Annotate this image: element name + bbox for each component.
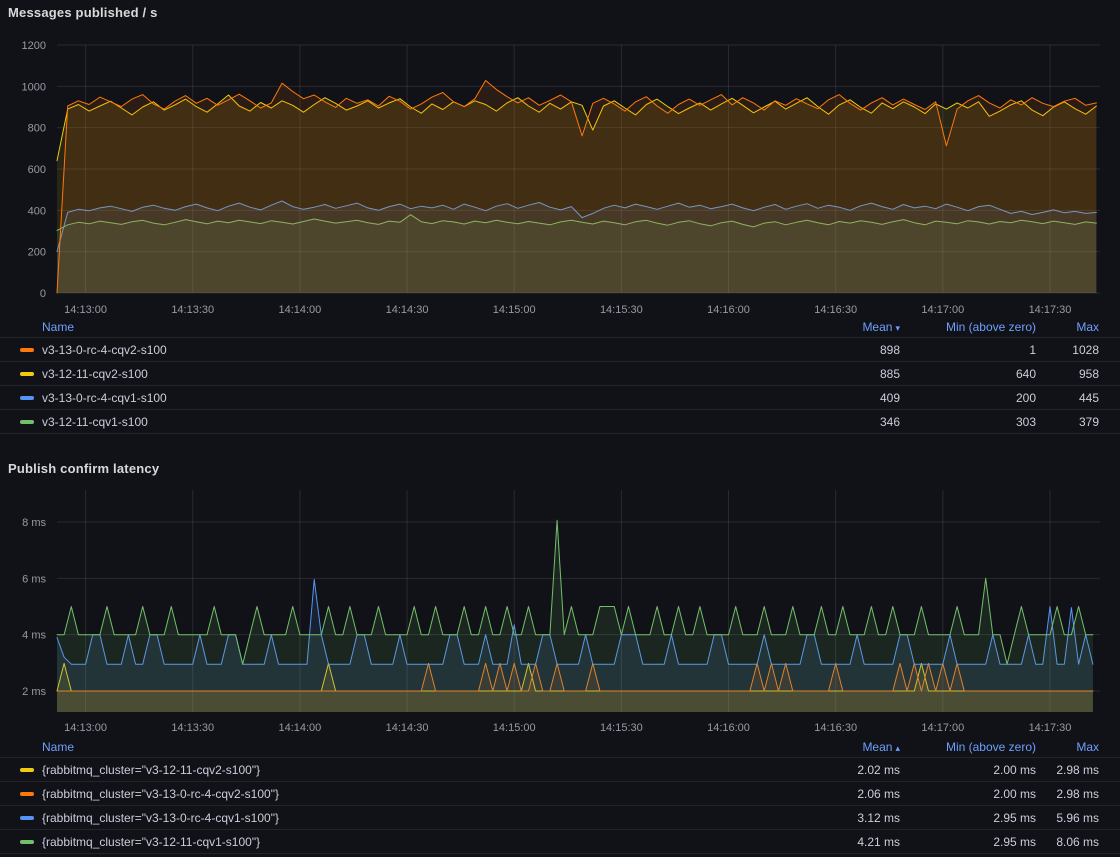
legend-header-name[interactable]: Name (42, 740, 790, 754)
legend-row: v3-13-0-rc-4-cqv1-s100409200445 (0, 386, 1120, 410)
svg-text:0: 0 (40, 288, 46, 300)
series-mean-value: 898 (790, 343, 900, 357)
panel-title-publish-confirm-latency[interactable]: Publish confirm latency (8, 461, 159, 476)
series-min-value: 2.95 ms (900, 811, 1036, 825)
series-max-value: 2.98 ms (1036, 763, 1099, 777)
series-color-swatch[interactable] (20, 420, 34, 424)
messages-published-plot[interactable]: 1200 1000 800 600 400 200 0 14:13:00 14:13:30 14:… (0, 30, 1120, 316)
legend-row: {rabbitmq_cluster="v3-12-11-cqv1-s100"}4… (0, 830, 1120, 854)
svg-text:14:15:30: 14:15:30 (600, 304, 643, 316)
series-mean-value: 2.02 ms (790, 763, 900, 777)
series-mean-value: 3.12 ms (790, 811, 900, 825)
panel-publish-confirm-latency: Publish confirm latency 8 ms 6 ms 4 ms 2 ms… (0, 456, 1120, 857)
legend-row: {rabbitmq_cluster="v3-13-0-rc-4-cqv2-s10… (0, 782, 1120, 806)
legend-header-row: Name Mean▾ Min (above zero) Max (0, 316, 1120, 338)
svg-text:14:16:00: 14:16:00 (707, 722, 750, 734)
legend-header-min-above-zero[interactable]: Min (above zero) (900, 740, 1036, 754)
legend-header-mean[interactable]: Mean▴ (790, 740, 900, 754)
series-name[interactable]: v3-12-11-cqv2-s100 (42, 367, 790, 381)
series-max-value: 2.98 ms (1036, 787, 1099, 801)
svg-text:4 ms: 4 ms (22, 630, 46, 642)
legend-header-row: Name Mean▴ Min (above zero) Max (0, 736, 1120, 758)
svg-text:14:17:30: 14:17:30 (1029, 304, 1072, 316)
series-min-value: 2.95 ms (900, 835, 1036, 849)
svg-text:14:16:30: 14:16:30 (814, 722, 857, 734)
series-max-value: 5.96 ms (1036, 811, 1099, 825)
svg-text:14:16:00: 14:16:00 (707, 304, 750, 316)
svg-text:800: 800 (28, 123, 46, 135)
legend-header-mean[interactable]: Mean▾ (790, 320, 900, 334)
svg-text:14:15:30: 14:15:30 (600, 722, 643, 734)
series-color-swatch[interactable] (20, 840, 34, 844)
svg-text:400: 400 (28, 205, 46, 217)
svg-text:14:17:00: 14:17:00 (921, 304, 964, 316)
legend-header-max[interactable]: Max (1036, 740, 1099, 754)
svg-text:8 ms: 8 ms (22, 517, 46, 529)
svg-text:14:13:00: 14:13:00 (64, 304, 107, 316)
svg-text:6 ms: 6 ms (22, 573, 46, 585)
series-mean-value: 2.06 ms (790, 787, 900, 801)
svg-text:200: 200 (28, 247, 46, 259)
series-color-swatch[interactable] (20, 372, 34, 376)
series-mean-value: 346 (790, 415, 900, 429)
svg-text:14:15:00: 14:15:00 (493, 304, 536, 316)
series-min-value: 640 (900, 367, 1036, 381)
svg-text:14:17:30: 14:17:30 (1029, 722, 1072, 734)
series-max-value: 958 (1036, 367, 1099, 381)
series-mean-value: 885 (790, 367, 900, 381)
publish-confirm-latency-chart[interactable]: 8 ms 6 ms 4 ms 2 ms 14:13:00 14:13:30 14:14:00… (0, 478, 1120, 736)
series-mean-value: 409 (790, 391, 900, 405)
publish-confirm-latency-plot[interactable]: 8 ms 6 ms 4 ms 2 ms 14:13:00 14:13:30 14:14:00… (0, 478, 1120, 736)
legend-row: v3-12-11-cqv1-s100346303379 (0, 410, 1120, 434)
series-max-value: 8.06 ms (1036, 835, 1099, 849)
svg-text:14:13:00: 14:13:00 (64, 722, 107, 734)
series-min-value: 2.00 ms (900, 787, 1036, 801)
series-name[interactable]: {rabbitmq_cluster="v3-13-0-rc-4-cqv2-s10… (42, 787, 790, 801)
svg-text:1000: 1000 (22, 81, 46, 93)
svg-text:14:14:30: 14:14:30 (386, 722, 429, 734)
panel-messages-published: Messages published / s 12001000800600400… (0, 0, 1120, 450)
series-min-value: 303 (900, 415, 1036, 429)
series-max-value: 445 (1036, 391, 1099, 405)
panel-title-messages-published[interactable]: Messages published / s (8, 5, 158, 20)
svg-text:14:17:00: 14:17:00 (921, 722, 964, 734)
series-mean-value: 4.21 ms (790, 835, 900, 849)
publish-confirm-latency-legend-table: Name Mean▴ Min (above zero) Max {rabbitm… (0, 736, 1120, 854)
svg-text:600: 600 (28, 164, 46, 176)
series-color-swatch[interactable] (20, 396, 34, 400)
series-color-swatch[interactable] (20, 768, 34, 772)
legend-row: {rabbitmq_cluster="v3-12-11-cqv2-s100"}2… (0, 758, 1120, 782)
series-max-value: 379 (1036, 415, 1099, 429)
svg-text:14:14:00: 14:14:00 (278, 722, 321, 734)
svg-text:14:16:30: 14:16:30 (814, 304, 857, 316)
svg-text:14:14:00: 14:14:00 (278, 304, 321, 316)
series-name[interactable]: v3-13-0-rc-4-cqv2-s100 (42, 343, 790, 357)
series-min-value: 2.00 ms (900, 763, 1036, 777)
legend-row: v3-13-0-rc-4-cqv2-s10089811028 (0, 338, 1120, 362)
svg-text:14:13:30: 14:13:30 (171, 722, 214, 734)
series-name[interactable]: {rabbitmq_cluster="v3-12-11-cqv2-s100"} (42, 763, 790, 777)
series-name[interactable]: v3-12-11-cqv1-s100 (42, 415, 790, 429)
legend-header-max[interactable]: Max (1036, 320, 1099, 334)
messages-published-chart[interactable]: 1200 1000 800 600 400 200 0 14:13:00 14:13:30 14:… (0, 30, 1120, 316)
svg-text:14:13:30: 14:13:30 (171, 304, 214, 316)
legend-row: v3-12-11-cqv2-s100885640958 (0, 362, 1120, 386)
series-color-swatch[interactable] (20, 816, 34, 820)
series-min-value: 200 (900, 391, 1036, 405)
messages-published-legend-table: Name Mean▾ Min (above zero) Max v3-13-0-… (0, 316, 1120, 434)
series-min-value: 1 (900, 343, 1036, 357)
series-max-value: 1028 (1036, 343, 1099, 357)
series-name[interactable]: {rabbitmq_cluster="v3-12-11-cqv1-s100"} (42, 835, 790, 849)
svg-text:1200: 1200 (22, 40, 46, 52)
legend-header-min-above-zero[interactable]: Min (above zero) (900, 320, 1036, 334)
series-color-swatch[interactable] (20, 792, 34, 796)
svg-text:14:15:00: 14:15:00 (493, 722, 536, 734)
svg-text:14:14:30: 14:14:30 (386, 304, 429, 316)
legend-header-name[interactable]: Name (42, 320, 790, 334)
svg-text:2 ms: 2 ms (22, 686, 46, 698)
legend-row: {rabbitmq_cluster="v3-13-0-rc-4-cqv1-s10… (0, 806, 1120, 830)
series-name[interactable]: {rabbitmq_cluster="v3-13-0-rc-4-cqv1-s10… (42, 811, 790, 825)
series-color-swatch[interactable] (20, 348, 34, 352)
series-name[interactable]: v3-13-0-rc-4-cqv1-s100 (42, 391, 790, 405)
